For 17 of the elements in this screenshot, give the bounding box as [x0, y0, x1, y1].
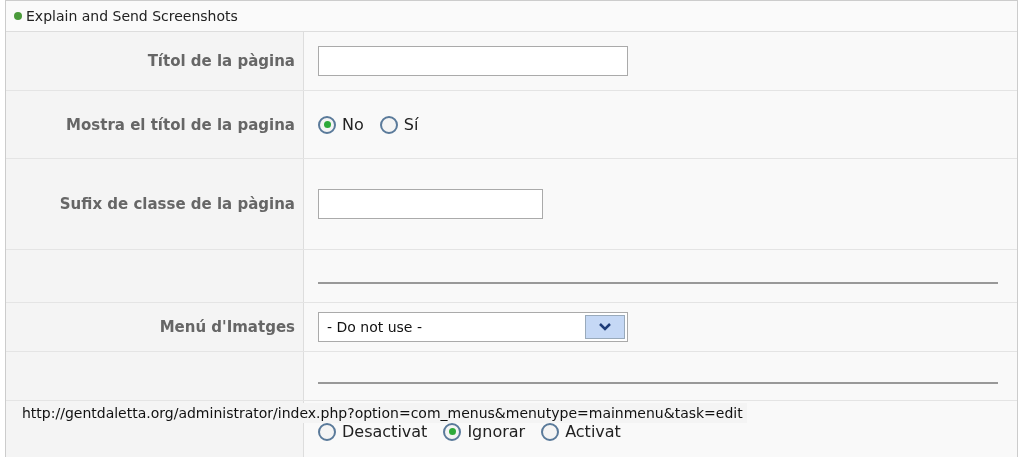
field-label: Sufix de classe de la pàgina [59, 194, 295, 215]
field-label: Mostra el títol de la pagina [66, 114, 295, 136]
dropdown[interactable]: - Do not use - [318, 312, 628, 342]
input-field[interactable] [318, 189, 543, 219]
field-label: Títol de la pàgina [147, 51, 295, 72]
option-label: Desactivat [342, 422, 428, 441]
option-label: Sí [403, 115, 419, 134]
option-label: Activat [565, 422, 621, 441]
chevron-icon [585, 315, 625, 339]
header-title: Explain and Send Screenshots [26, 8, 238, 24]
input-field[interactable] [318, 46, 628, 76]
field-label: Menú d'Imatges [159, 317, 295, 338]
option-label: No [342, 115, 364, 134]
radio-button[interactable] [318, 115, 336, 134]
dot-icon [14, 12, 22, 20]
radio-button[interactable] [379, 115, 398, 134]
option-label: Ignorar [467, 422, 526, 441]
